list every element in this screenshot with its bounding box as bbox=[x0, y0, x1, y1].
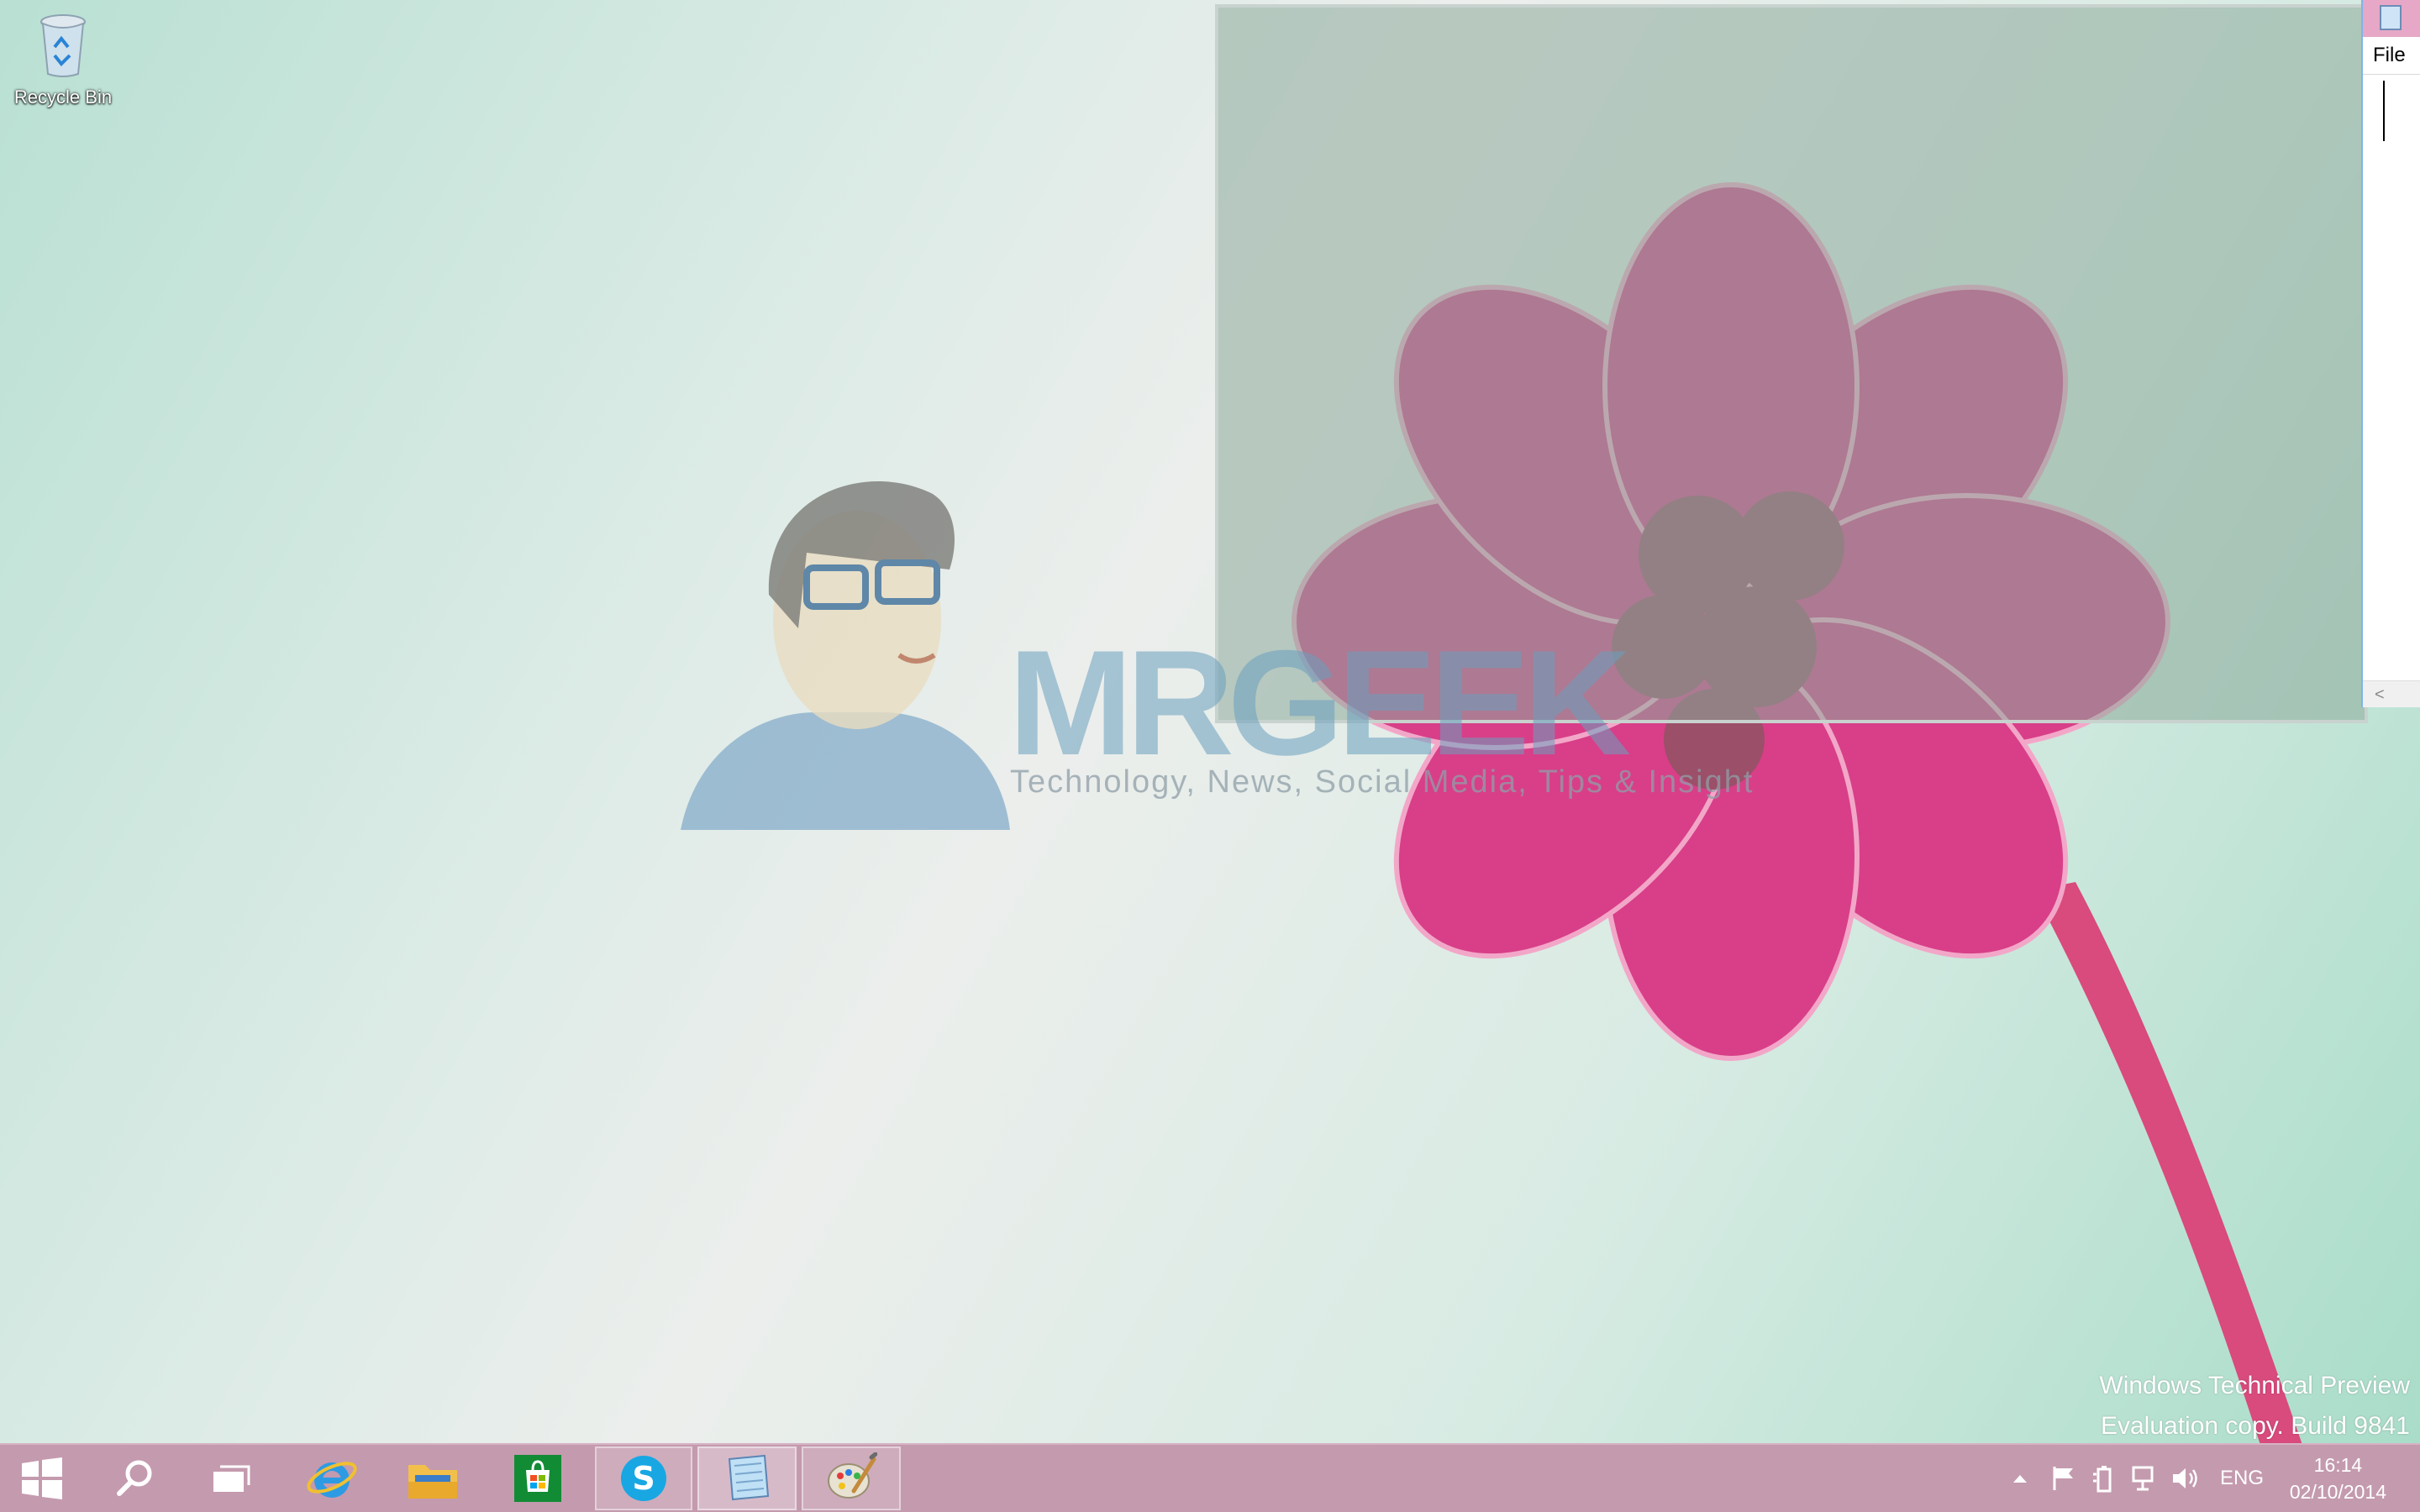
taskbar-notepad[interactable] bbox=[697, 1446, 797, 1510]
svg-text:S: S bbox=[632, 1460, 655, 1497]
notepad-icon bbox=[728, 1454, 770, 1501]
power-button[interactable] bbox=[2087, 1445, 2121, 1512]
flag-icon bbox=[2053, 1467, 2073, 1490]
task-view-button[interactable] bbox=[189, 1445, 273, 1512]
file-explorer-icon bbox=[408, 1465, 457, 1499]
mascot-logo bbox=[681, 481, 1010, 830]
language-indicator: ENG bbox=[2219, 1467, 2264, 1489]
search-icon bbox=[117, 1460, 152, 1496]
store-icon bbox=[514, 1455, 561, 1502]
clock-time: 16:14 bbox=[2313, 1454, 2363, 1476]
desktop-icon-label: Recycle Bin bbox=[13, 87, 113, 108]
peek-window-outline bbox=[1215, 4, 2368, 723]
paint-icon bbox=[828, 1452, 877, 1499]
internet-explorer-icon bbox=[307, 1462, 357, 1498]
clock-date: 02/10/2014 bbox=[2289, 1481, 2386, 1503]
notepad-title-bar[interactable] bbox=[2363, 0, 2420, 37]
text-caret bbox=[2383, 81, 2385, 141]
build-line-1: Windows Technical Preview bbox=[2099, 1372, 2410, 1399]
speaker-icon bbox=[2173, 1468, 2197, 1488]
action-center-button[interactable] bbox=[2047, 1445, 2081, 1512]
taskbar: S ENG 16:14 02/10/2014 bbox=[0, 1443, 2420, 1512]
desktop-icon-recycle-bin[interactable]: Recycle Bin bbox=[8, 12, 118, 108]
taskbar-store[interactable] bbox=[496, 1445, 580, 1512]
notepad-window[interactable]: File < bbox=[2361, 0, 2420, 707]
start-button[interactable] bbox=[0, 1445, 84, 1512]
clock[interactable]: 16:14 02/10/2014 bbox=[2290, 1452, 2386, 1505]
notepad-app-icon bbox=[2380, 5, 2402, 30]
build-watermark: Windows Technical Preview Evaluation cop… bbox=[2099, 1366, 2410, 1443]
chevron-up-icon bbox=[2013, 1475, 2027, 1483]
taskbar-internet-explorer[interactable] bbox=[290, 1445, 374, 1512]
skype-icon: S bbox=[621, 1456, 666, 1501]
show-hidden-icons-button[interactable] bbox=[2003, 1445, 2037, 1512]
search-button[interactable] bbox=[92, 1445, 176, 1512]
desktop: Recycle Bin MRGEEK Technology, News, Soc… bbox=[0, 0, 2420, 1443]
taskbar-paint[interactable] bbox=[802, 1446, 901, 1510]
recycle-bin-icon bbox=[40, 14, 86, 77]
menu-file[interactable]: File bbox=[2363, 37, 2420, 75]
network-button[interactable] bbox=[2128, 1445, 2161, 1512]
build-line-2: Evaluation copy. Build 9841 bbox=[2100, 1412, 2410, 1440]
start-icon bbox=[22, 1457, 62, 1499]
taskbar-skype[interactable]: S bbox=[595, 1446, 692, 1510]
task-view-icon bbox=[213, 1465, 250, 1492]
taskbar-file-explorer[interactable] bbox=[391, 1445, 475, 1512]
volume-button[interactable] bbox=[2168, 1445, 2202, 1512]
network-icon bbox=[2132, 1466, 2154, 1491]
input-language-button[interactable]: ENG bbox=[2215, 1445, 2269, 1512]
horizontal-scrollbar-left-arrow[interactable]: < bbox=[2363, 680, 2420, 707]
battery-plug-icon bbox=[2093, 1466, 2112, 1493]
